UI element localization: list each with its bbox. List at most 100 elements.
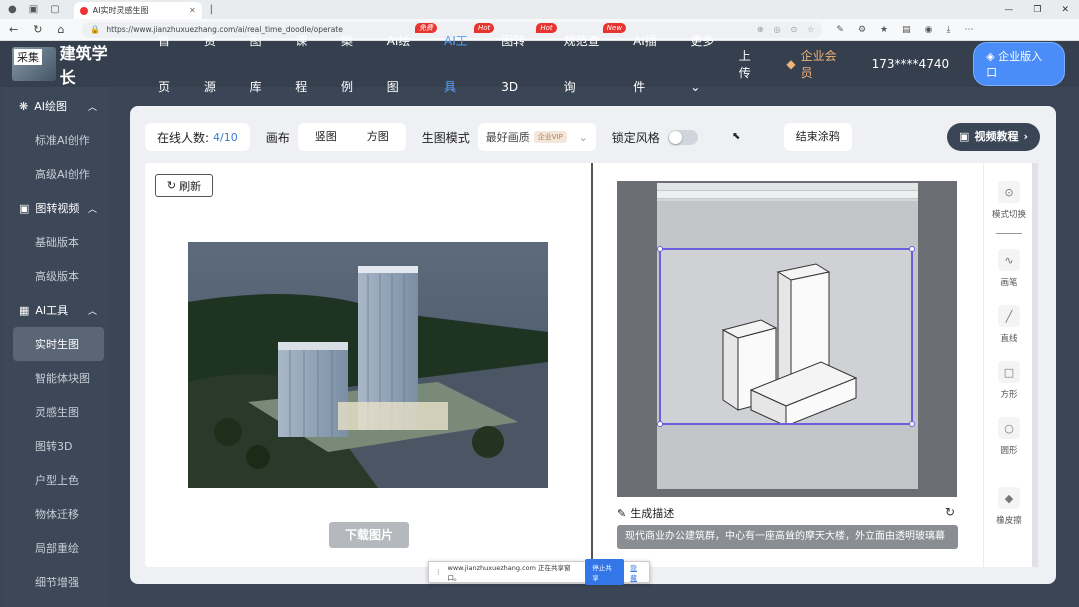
tool-mode-switch[interactable]: ⊙ 模式切换 — [984, 181, 1034, 220]
vip-badge: 企业VIP — [533, 131, 567, 143]
collections-icon[interactable]: ▤ — [902, 25, 911, 35]
upload-link[interactable]: 上传 — [739, 47, 763, 81]
sidebar-item-advanced-version[interactable]: 高级版本 — [5, 259, 107, 293]
sidebar-item-standard-ai[interactable]: 标准AI创作 — [5, 123, 107, 157]
restore-icon[interactable]: ❐ — [1033, 5, 1041, 15]
enterprise-entry-button[interactable]: ◈ 企业版入口 — [973, 42, 1065, 86]
sidebar-item-to-3d[interactable]: 图转3D — [5, 429, 107, 463]
hide-share-bar-button[interactable]: 隐藏 — [630, 562, 643, 582]
zoom-icon[interactable]: ⊕ — [757, 25, 764, 34]
canvas-square-option[interactable]: 方图 — [353, 126, 403, 148]
tool-line[interactable]: ╱ 直线 — [984, 305, 1034, 344]
user-phone[interactable]: 173****4740 — [872, 57, 949, 71]
profile-icon[interactable]: ● — [8, 4, 17, 15]
lock-icon: 🔒 — [90, 25, 101, 34]
sidebar-item-realtime[interactable]: 实时生图 — [13, 327, 104, 361]
sidebar-item-inpaint[interactable]: 局部重绘 — [5, 531, 107, 565]
end-doodle-button[interactable]: 结束涂鸦 — [783, 123, 852, 151]
translate-icon[interactable]: ⊙ — [791, 25, 798, 34]
nav-ai-drawing[interactable]: AI绘图 免费 — [376, 18, 437, 110]
sidebar-item-basic-version[interactable]: 基础版本 — [5, 225, 107, 259]
tool-options-bar: 在线人数:4/10 画布 横图 竖图 方图 生图模式 最好画质 企业VIP ⌄ … — [145, 123, 1040, 367]
sidebar-group-image-to-video[interactable]: ▣ 图转视频 ︿ — [5, 191, 107, 225]
vip-link[interactable]: ◆ 企业会员 — [786, 47, 847, 81]
browser-tab-strip: ● ▣ ▢ AI实时灵感生图 ✕ | — ❐ ✕ — [0, 0, 1079, 19]
capture-badge: 采集 — [14, 49, 42, 65]
regenerate-description-icon[interactable]: ↻ — [945, 505, 955, 519]
sidebar-item-object-transfer[interactable]: 物体迁移 — [5, 497, 107, 531]
back-icon[interactable]: ← — [9, 23, 18, 36]
nav-resources[interactable]: 资源 — [193, 18, 239, 110]
reader-icon[interactable]: ◎ — [774, 25, 781, 34]
stop-sharing-button[interactable]: 停止共享 — [585, 559, 625, 585]
chevron-up-icon: ︿ — [87, 102, 97, 113]
nav-code-search[interactable]: 规范查询 New — [553, 18, 627, 110]
sidebar-item-floorplan-color[interactable]: 户型上色 — [5, 463, 107, 497]
shared-screen-canvas[interactable] — [617, 181, 957, 497]
favorite-icon[interactable]: ☆ — [807, 25, 814, 34]
home-icon[interactable]: ⌂ — [57, 23, 64, 36]
sidebar: ❋ AI绘图 ︿ 标准AI创作 高级AI创作 ▣ 图转视频 ︿ 基础版本 高级版本 ▦ A… — [5, 87, 107, 607]
sidebar-item-detail-enhance[interactable]: 细节增强 — [5, 565, 107, 599]
video-icon: ▣ — [959, 130, 970, 143]
nav-gallery[interactable]: 图库 — [239, 18, 285, 110]
toolbox-icon: ▦ — [19, 303, 30, 317]
favorites-icon[interactable]: ★ — [880, 25, 888, 35]
chevron-right-icon: › — [1023, 130, 1028, 143]
tool-circle[interactable]: ○ 圆形 — [984, 417, 1034, 456]
tool-eraser[interactable]: ◆ 橡皮擦 — [984, 487, 1034, 526]
edit-icon: ✎ — [617, 506, 627, 520]
site-logo[interactable]: 采集 建筑学长 — [0, 40, 123, 88]
shield-icon[interactable]: ◉ — [925, 25, 933, 35]
description-text[interactable]: 现代商业办公建筑群，中心有一座高耸的摩天大楼，外立面由透明玻璃幕 — [617, 525, 958, 549]
extension-icon[interactable]: ✎ — [836, 25, 844, 35]
selection-box[interactable] — [657, 246, 915, 427]
result-pane: ↻ 刷新 下载图片 — [145, 163, 591, 567]
circle-icon: ○ — [998, 417, 1020, 439]
canvas-orientation-selector: 横图 竖图 方图 — [187, 123, 406, 367]
close-window-icon[interactable]: ✕ — [1061, 5, 1069, 15]
download-image-button[interactable]: 下载图片 — [329, 522, 409, 548]
drag-handle-icon[interactable]: ⋮ — [435, 568, 442, 576]
new-tab-button[interactable]: | — [210, 4, 213, 15]
reload-icon[interactable]: ↻ — [33, 23, 42, 36]
tool-rect[interactable]: □ 方形 — [984, 361, 1034, 400]
refresh-icon: ↻ — [166, 179, 177, 192]
chevron-up-icon: ︿ — [87, 204, 97, 215]
nav-cases[interactable]: 案例 — [330, 18, 376, 110]
palette-icon: ❋ — [19, 99, 29, 113]
generate-description-label: ✎ 生成描述 — [617, 506, 675, 521]
canvas-portrait-option[interactable]: 竖图 — [301, 126, 351, 148]
tool-brush[interactable]: ∿ 画笔 — [984, 249, 1034, 288]
tab-title: AI实时灵感生图 — [92, 6, 149, 15]
sidebar-group-ai-tools[interactable]: ▦ AI工具 ︿ — [5, 293, 107, 327]
close-tab-icon[interactable]: ✕ — [189, 6, 196, 15]
tab-actions-icon[interactable]: ▢ — [50, 4, 59, 15]
sidebar-item-smart-block[interactable]: 智能体块图 — [5, 361, 107, 395]
site-name: 建筑学长 — [59, 44, 108, 87]
square-icon: □ — [998, 361, 1020, 383]
sidebar-item-advanced-ai[interactable]: 高级AI创作 — [5, 157, 107, 191]
nav-courses[interactable]: 课程 — [284, 18, 330, 110]
nav-image-to-3d[interactable]: 图转3D Hot — [490, 18, 557, 110]
nav-ai-plugin[interactable]: AI插件 — [622, 18, 679, 110]
nav-ai-tools[interactable]: AI工具 Hot — [433, 18, 495, 110]
workspaces-icon[interactable]: ▣ — [29, 4, 38, 15]
sidebar-group-ai-drawing[interactable]: ❋ AI绘图 ︿ — [5, 89, 107, 123]
sidebar-item-inspiration[interactable]: 灵感生图 — [5, 395, 107, 429]
canvas-label: 画布 — [265, 130, 290, 145]
lock-style-toggle[interactable] — [667, 129, 698, 145]
menu-icon[interactable]: ⋯ — [964, 25, 973, 35]
mode-select[interactable]: 最好画质 企业VIP ⌄ — [477, 123, 596, 151]
browser-tab[interactable]: AI实时灵感生图 ✕ — [73, 2, 202, 19]
downloads-icon[interactable]: ⤓ — [947, 25, 951, 35]
settings-icon[interactable]: ⚙ — [858, 25, 866, 35]
minimize-icon[interactable]: — — [1004, 5, 1013, 15]
refresh-button[interactable]: ↻ 刷新 — [155, 174, 213, 197]
nav-more[interactable]: 更多 ⌄ — [679, 18, 738, 110]
line-icon: ╱ — [998, 305, 1020, 327]
site-header: 采集 建筑学长 首页 资源 图库 课程 案例 AI绘图 免费 AI工具 Hot 图转… — [0, 23, 1079, 94]
nav-home[interactable]: 首页 — [147, 18, 193, 110]
mouse-cursor-icon: ⬉ — [732, 131, 741, 142]
video-tutorial-button[interactable]: ▣ 视频教程 › — [947, 123, 1040, 151]
